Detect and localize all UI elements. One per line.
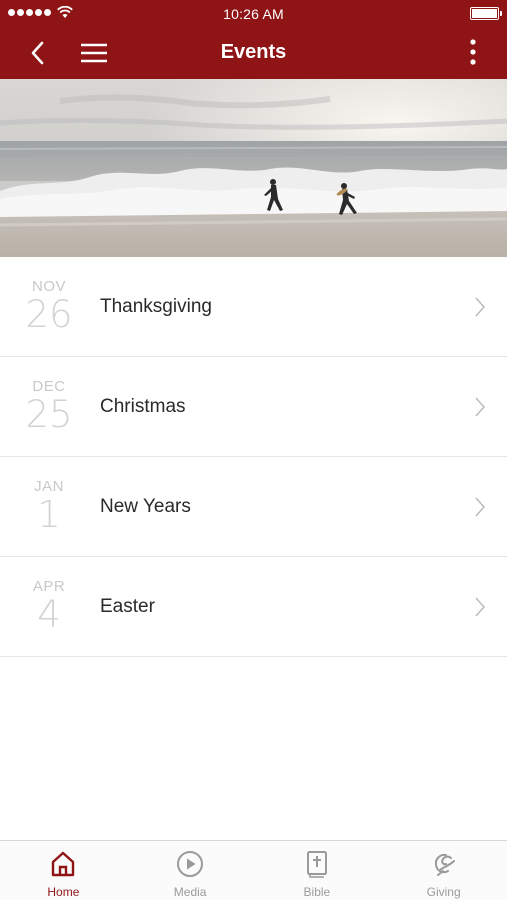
- event-title: Christmas: [100, 396, 186, 417]
- status-time: 10:26 AM: [223, 6, 284, 22]
- tab-home[interactable]: Home: [0, 841, 127, 900]
- tab-label: Bible: [303, 885, 331, 899]
- tab-bible[interactable]: Bible: [254, 841, 381, 900]
- event-day: 25: [25, 393, 73, 436]
- tab-giving[interactable]: Giving: [380, 841, 507, 900]
- event-row-new-years[interactable]: JAN 1 New Years: [0, 457, 507, 557]
- more-options-icon[interactable]: [463, 36, 483, 70]
- event-day: 26: [25, 293, 73, 336]
- event-title: New Years: [100, 496, 191, 517]
- event-title: Easter: [100, 596, 155, 617]
- home-icon: [52, 851, 75, 877]
- navigation-bar: Events: [0, 28, 507, 79]
- tab-label: Home: [47, 885, 80, 899]
- event-row-thanksgiving[interactable]: NOV 26 Thanksgiving: [0, 257, 507, 357]
- giving-icon: [434, 853, 455, 876]
- event-date: DEC 25: [14, 378, 84, 434]
- event-date: NOV 26: [14, 278, 84, 334]
- chevron-right-icon: [475, 297, 486, 317]
- tab-media[interactable]: Media: [127, 841, 254, 900]
- chevron-right-icon: [475, 397, 486, 417]
- play-circle-icon: [177, 851, 204, 877]
- event-title: Thanksgiving: [100, 296, 212, 317]
- chevron-right-icon: [475, 597, 486, 617]
- page-title: Events: [220, 41, 287, 63]
- event-row-christmas[interactable]: DEC 25 Christmas: [0, 357, 507, 457]
- tab-label: Giving: [426, 885, 461, 899]
- battery-icon: [470, 7, 502, 20]
- app-header: 10:26 AM Events: [0, 0, 507, 79]
- tab-label: Media: [173, 885, 207, 899]
- beach-surf-photo: [0, 79, 507, 257]
- event-date: APR 4: [14, 578, 84, 634]
- event-date: JAN 1: [14, 478, 84, 534]
- bible-icon: [306, 851, 327, 878]
- chevron-right-icon: [475, 497, 486, 517]
- event-day: 1: [37, 493, 61, 536]
- status-bar: 10:26 AM: [0, 0, 507, 28]
- event-day: 4: [37, 593, 61, 636]
- event-row-easter[interactable]: APR 4 Easter: [0, 557, 507, 657]
- bottom-tab-bar: Home Media Bible Giving: [0, 840, 507, 900]
- hero-image: [0, 79, 507, 257]
- events-list: NOV 26 Thanksgiving DEC 25 Christmas JAN…: [0, 257, 507, 657]
